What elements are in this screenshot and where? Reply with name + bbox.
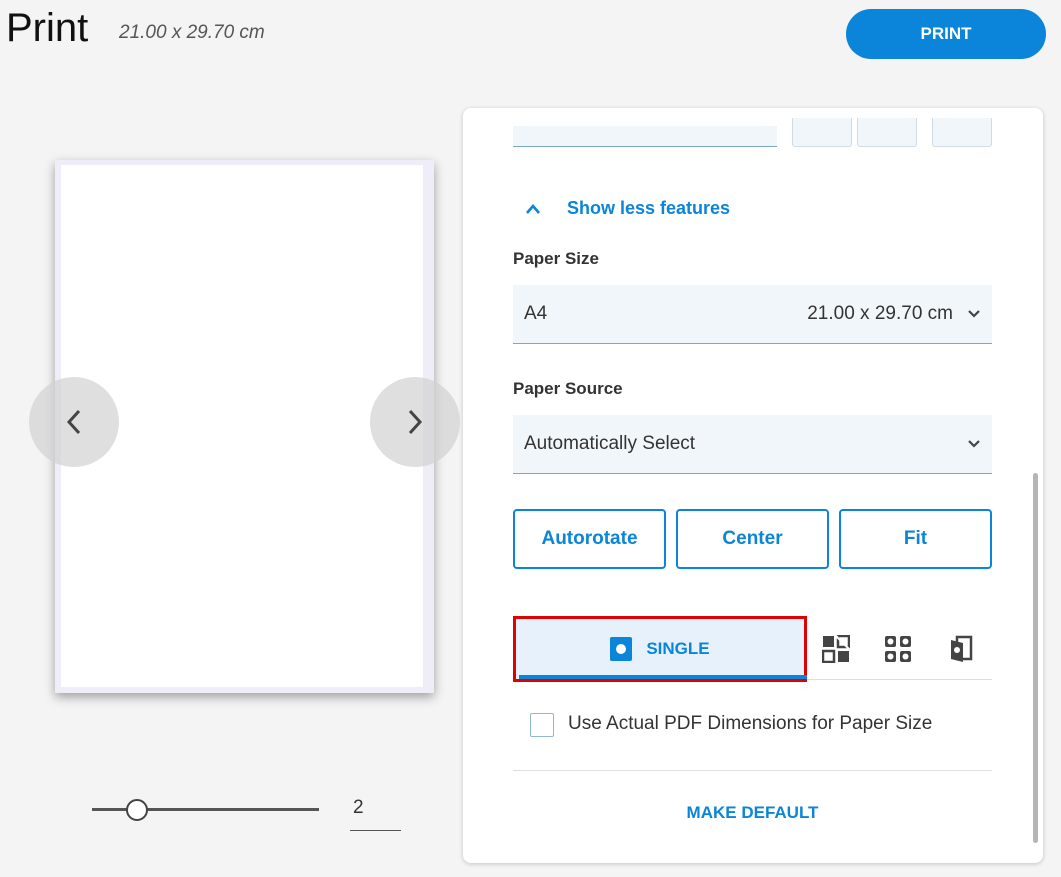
paper-source-select[interactable]: Automatically Select [513, 415, 992, 474]
paper-size-select[interactable]: A4 21.00 x 29.70 cm [513, 285, 992, 344]
paper-dimensions-subtitle: 21.00 x 29.70 cm [119, 22, 265, 43]
show-less-features-toggle[interactable]: Show less features [525, 198, 730, 219]
chevron-left-icon [66, 409, 81, 435]
chevron-down-icon [968, 440, 980, 448]
divider [513, 770, 992, 771]
previous-page-button[interactable] [29, 377, 119, 467]
pdf-dimensions-checkbox[interactable] [530, 713, 554, 737]
layout-single-tab[interactable]: SINGLE [513, 616, 807, 682]
pdf-dimensions-label[interactable]: Use Actual PDF Dimensions for Paper Size [568, 713, 932, 735]
paper-source-label: Paper Source [513, 379, 623, 398]
make-default-button[interactable]: MAKE DEFAULT [513, 803, 992, 823]
zoom-slider-thumb[interactable] [126, 799, 148, 821]
center-button[interactable]: Center [676, 509, 829, 569]
panel-scrollbar[interactable] [1033, 473, 1038, 843]
print-settings-panel: Show less features Paper Size A4 21.00 x… [463, 108, 1043, 863]
paper-size-dimensions: 21.00 x 29.70 cm [807, 303, 953, 324]
layout-single-label: SINGLE [646, 639, 710, 658]
booklet-icon [822, 635, 850, 663]
layout-multiple-tab[interactable] [882, 633, 914, 665]
tile-icon [951, 635, 973, 662]
paper-source-value: Automatically Select [524, 433, 696, 454]
scrolled-field[interactable] [513, 126, 777, 147]
chevron-down-icon [968, 310, 980, 318]
print-button[interactable]: PRINT [846, 9, 1046, 59]
selected-tab-indicator [519, 675, 807, 679]
page-number-input[interactable]: 2 [350, 797, 401, 831]
layout-booklet-tab[interactable] [820, 633, 852, 665]
chevron-right-icon [408, 409, 423, 435]
page-title: Print [6, 6, 89, 50]
show-less-features-label: Show less features [567, 198, 731, 218]
autorotate-button[interactable]: Autorotate [513, 509, 666, 569]
fit-button[interactable]: Fit [839, 509, 992, 569]
paper-size-value: A4 [524, 303, 548, 324]
scrolled-option-button[interactable] [932, 118, 992, 147]
scrolled-option-button[interactable] [792, 118, 852, 147]
next-page-button[interactable] [370, 377, 460, 467]
single-page-icon [610, 637, 633, 661]
multiple-pages-icon [885, 636, 911, 662]
paper-size-label: Paper Size [513, 249, 599, 268]
scrolled-option-button[interactable] [857, 118, 917, 147]
chevron-up-icon [526, 203, 540, 214]
layout-tile-tab[interactable] [945, 633, 977, 665]
tabs-divider [807, 679, 992, 680]
